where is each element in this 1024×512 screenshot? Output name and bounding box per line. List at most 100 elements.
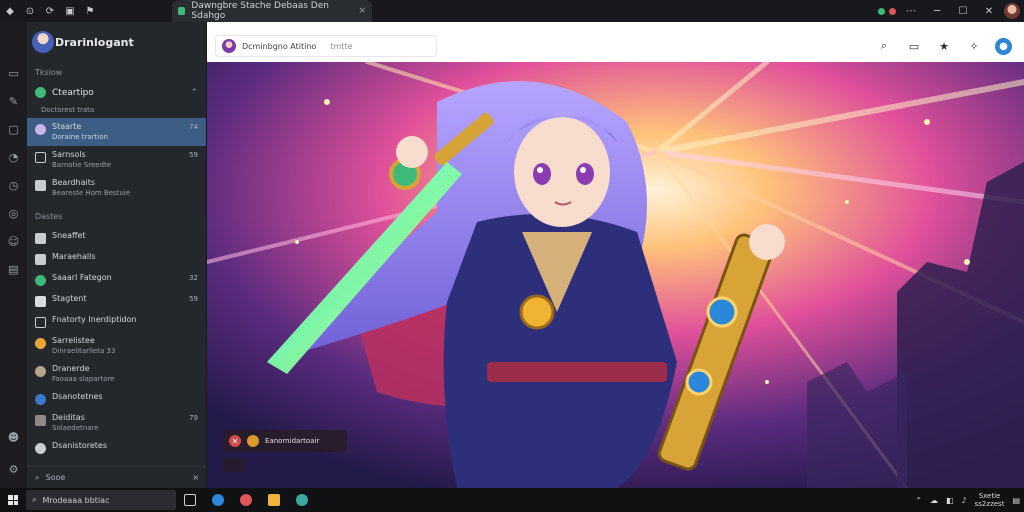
page-chip[interactable]: Dcminbgno Atitino tmtte <box>215 35 437 57</box>
globe-icon <box>35 394 46 405</box>
avatar-icon <box>35 124 46 135</box>
compass-icon[interactable]: ◎ <box>7 206 21 220</box>
task-view-icon[interactable] <box>176 488 204 512</box>
emoji-icon[interactable]: ☺ <box>7 234 21 248</box>
search-icon[interactable]: ⌕ <box>35 473 39 483</box>
search-icon: ⌕ <box>32 495 37 504</box>
clock-date: ss2zzest <box>974 500 1005 508</box>
sidebar-item[interactable]: Sarrelistee Dinraelitarlleta 33 <box>27 332 206 360</box>
notifications-icon[interactable]: ▤ <box>1012 496 1020 505</box>
maximize-icon[interactable]: ☐ <box>952 1 974 21</box>
clock[interactable]: Sxetie ss2zzest <box>975 492 1005 508</box>
volume-icon[interactable]: ♪ <box>962 496 967 505</box>
globe-icon[interactable] <box>288 488 316 512</box>
edge-icon[interactable] <box>204 488 232 512</box>
sidebar-group[interactable]: Cteartipo ⌃ <box>27 83 206 102</box>
item-sub: Faoaaa slapartore <box>52 375 115 383</box>
extensions-icon[interactable]: ▣ <box>60 1 80 21</box>
coin-icon[interactable] <box>247 435 259 447</box>
search-icon[interactable]: ⌕ <box>875 37 893 55</box>
inbox-icon[interactable]: ▭ <box>7 66 21 80</box>
files-icon[interactable] <box>260 488 288 512</box>
sidebar-item[interactable]: Dranerde Faoaaa slapartore <box>27 360 206 388</box>
sidebar-item[interactable]: Staarte Doraine trartion 74 <box>27 118 206 146</box>
sidebar-item[interactable]: Sarnsols Barnotie Sreedte 59 <box>27 146 206 174</box>
network-icon[interactable]: ◧ <box>946 496 954 505</box>
document-icon <box>35 152 46 163</box>
chevron-up-icon[interactable]: ⌃ <box>915 496 922 505</box>
sidebar-item[interactable]: Saaarl Fategon 32 <box>27 269 206 290</box>
floating-label: Eanornidartoair <box>265 437 320 445</box>
flag-icon[interactable]: ⚑ <box>80 1 100 21</box>
status-green-icon <box>878 7 885 15</box>
footer-close-icon[interactable]: × <box>192 473 199 482</box>
item-badge: 32 <box>189 274 198 282</box>
star-icon[interactable]: ★ <box>935 37 953 55</box>
sidebar-item[interactable]: Deiditas Solaedetnare 79 <box>27 409 206 437</box>
clock-icon[interactable]: ◔ <box>7 150 21 164</box>
cloud-icon[interactable]: ☁ <box>930 496 938 505</box>
settings-icon <box>35 443 46 454</box>
refresh-icon[interactable]: ⟳ <box>40 1 60 21</box>
sidebar-item[interactable]: Fnatorty Inerdiptidon <box>27 311 206 332</box>
face <box>514 117 610 227</box>
minimize-icon[interactable]: ─ <box>926 1 948 21</box>
folder-icon <box>35 296 46 307</box>
settings-icon[interactable]: ⚙ <box>7 462 21 476</box>
artwork-svg <box>207 62 1024 488</box>
more-icon[interactable]: ⋯ <box>900 1 922 21</box>
user-icon[interactable]: ☻ <box>7 430 21 444</box>
profile-avatar[interactable] <box>1004 3 1020 19</box>
window-controls: ⋯ ─ ☐ ✕ <box>878 0 1024 22</box>
back-icon[interactable]: ⊙ <box>20 1 40 21</box>
sidebar-item[interactable]: Sneaffet <box>27 227 206 248</box>
monitor-icon[interactable]: ▢ <box>7 122 21 136</box>
chevron-up-icon[interactable]: ⌃ <box>190 88 198 98</box>
chat-icon[interactable]: ▤ <box>7 262 21 276</box>
sidebar-item[interactable]: Dsanotetnes <box>27 388 206 409</box>
grid-icon <box>35 254 46 265</box>
image-icon <box>35 415 46 426</box>
qr-icon <box>35 180 46 191</box>
content-toolbar: Dcminbgno Atitino tmtte ⌕ ▭ ★ ✧ ● <box>207 32 1024 62</box>
item-title: Sarnsols <box>52 150 86 159</box>
tab-title: Dawngbre Stache Debaas Den Sdahgo <box>191 1 329 21</box>
help-icon[interactable]: ● <box>995 37 1012 55</box>
app-avatar[interactable] <box>32 31 54 53</box>
sidebar-footer: ⌕ Sooe × <box>27 466 206 488</box>
sidebar-item[interactable]: Dsanistoretes <box>27 437 206 458</box>
item-title: Deiditas <box>52 413 85 422</box>
item-sub: Doraine trartion <box>52 133 108 141</box>
sidebar-item[interactable]: Maraehalls <box>27 248 206 269</box>
search-placeholder: Mrodeaaa bbtiac <box>42 495 110 505</box>
group-label: Cteartipo <box>52 87 94 98</box>
item-title: Sarrelistee <box>52 336 95 345</box>
page-subtitle: tmtte <box>330 41 353 51</box>
close-icon[interactable]: ✕ <box>978 1 1000 21</box>
item-title: Staarte <box>52 122 82 131</box>
rail-bottom: ☻ ⚙ <box>7 430 21 482</box>
mini-preview[interactable] <box>223 458 245 472</box>
app-menu-icon[interactable]: ◆ <box>0 1 20 21</box>
globe-icon <box>35 87 46 98</box>
vr-headset-icon[interactable]: ▭ <box>905 37 923 55</box>
item-badge: 59 <box>189 295 198 303</box>
item-title: Sneaffet <box>52 231 86 240</box>
tab-close-icon[interactable]: × <box>358 6 366 16</box>
extensions-icon[interactable]: ✧ <box>965 37 983 55</box>
windows-logo-icon <box>8 495 18 505</box>
browser-tab[interactable]: Dawngbre Stache Debaas Den Sdahgo × <box>172 0 372 22</box>
sidebar-item[interactable]: Beardhaits Beareste Hom Bestuie <box>27 174 206 202</box>
sun-icon <box>35 338 46 349</box>
edit-icon[interactable]: ✎ <box>7 94 21 108</box>
system-tray: ⌃ ☁ ◧ ♪ Sxetie ss2zzest ▤ <box>915 488 1020 512</box>
start-button[interactable] <box>0 488 26 512</box>
sidebar: Drarinlogant Tkslow Cteartipo ⌃ Doctores… <box>27 22 207 488</box>
close-icon[interactable]: ✕ <box>229 435 241 447</box>
taskbar-search[interactable]: ⌕ Mrodeaaa bbtiac <box>26 490 176 510</box>
anime-artwork <box>207 62 1024 488</box>
browser-icon[interactable] <box>232 488 260 512</box>
sidebar-item[interactable]: Stagtent 59 <box>27 290 206 311</box>
timer-icon[interactable]: ◷ <box>7 178 21 192</box>
section-label: Dastes <box>35 212 63 221</box>
